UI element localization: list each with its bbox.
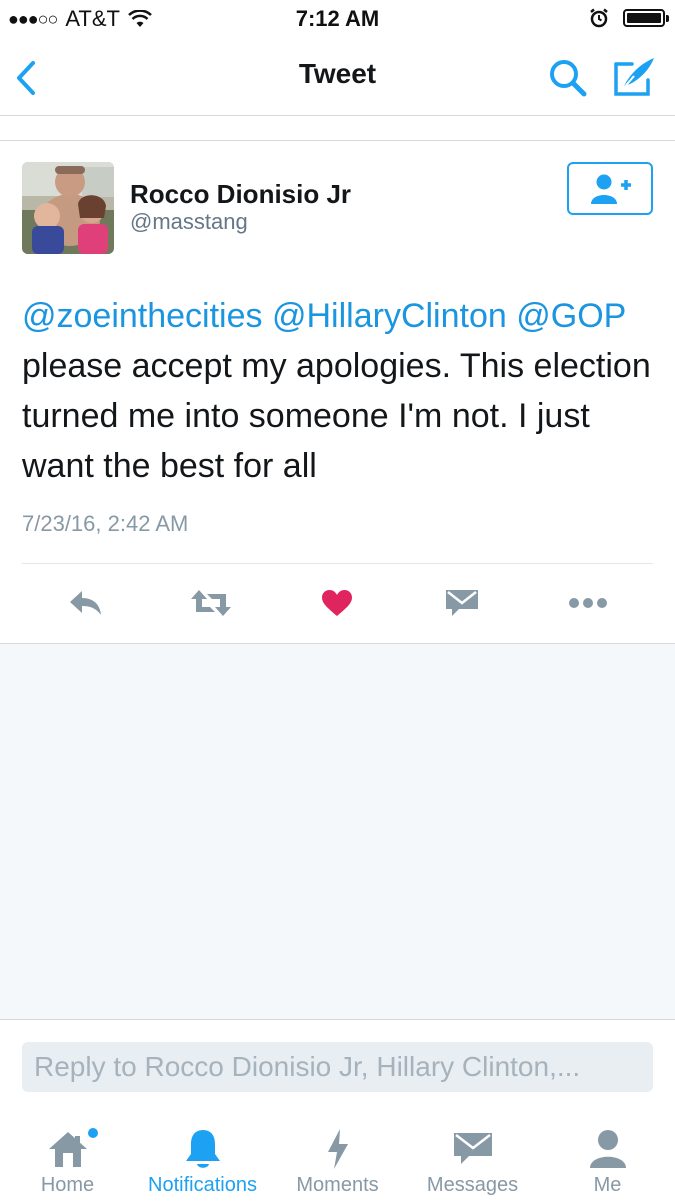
tweet-timestamp: 7/23/16, 2:42 AM [22,511,189,536]
battery-icon [623,9,669,27]
tweet-body: please accept my apologies. This electio… [22,347,651,485]
status-right [589,8,669,28]
tab-me[interactable]: Me [540,1120,675,1201]
tab-label: Notifications [148,1174,257,1196]
tab-label: Moments [296,1174,379,1196]
author-name[interactable]: Rocco Dionisio Jr [130,179,351,210]
home-new-dot [88,1128,98,1138]
tab-label: Home [40,1174,95,1196]
status-bar: ●●●○○ AT&T 7:12 AM [0,0,675,40]
search-icon[interactable] [548,58,588,98]
previous-tweet-strip [0,116,675,141]
author-handle[interactable]: @masstang [130,209,248,235]
avatar[interactable] [22,162,114,254]
mention-link[interactable]: @GOP [516,297,625,335]
person-icon [589,1130,626,1168]
envelope-icon [453,1133,492,1164]
reply-area: Home Notifications Moments [0,1019,675,1201]
follow-button[interactable] [567,162,653,215]
nav-bar: Tweet [0,40,675,116]
tweet-detail: Rocco Dionisio Jr @masstang @zoeinthecit… [0,141,675,644]
tab-moments[interactable]: Moments [270,1120,405,1201]
retweet-icon [191,590,231,616]
status-time: 7:12 AM [295,6,380,31]
lightning-icon [327,1129,348,1169]
mention-link[interactable]: @HillaryClinton [272,297,507,335]
alarm-clock-icon [590,8,608,28]
bell-icon [185,1130,220,1168]
tweet-actions [0,575,675,631]
like-button[interactable] [312,585,362,621]
tweet-text: @zoeinthecities @HillaryClinton @GOP ple… [22,291,657,491]
more-options-button[interactable] [563,585,613,621]
reply-icon [70,591,101,615]
tab-label: Me [593,1174,622,1196]
tab-bar: Home Notifications Moments Messages Me [0,1120,675,1201]
home-icon [48,1132,87,1167]
add-user-icon [591,174,631,204]
tab-label: Messages [426,1174,519,1196]
compose-icon[interactable] [612,54,658,98]
tab-notifications[interactable]: Notifications [135,1120,270,1201]
heart-icon [322,590,352,616]
retweet-button[interactable] [186,585,236,621]
direct-message-button[interactable] [437,585,487,621]
tab-messages[interactable]: Messages [405,1120,540,1201]
envelope-icon [446,590,478,616]
tab-home[interactable]: Home [0,1120,135,1201]
reply-input[interactable] [22,1042,653,1092]
divider [22,563,653,564]
reply-button[interactable] [61,585,111,621]
more-dots-icon [569,598,607,608]
mention-link[interactable]: @zoeinthecities [22,297,263,335]
